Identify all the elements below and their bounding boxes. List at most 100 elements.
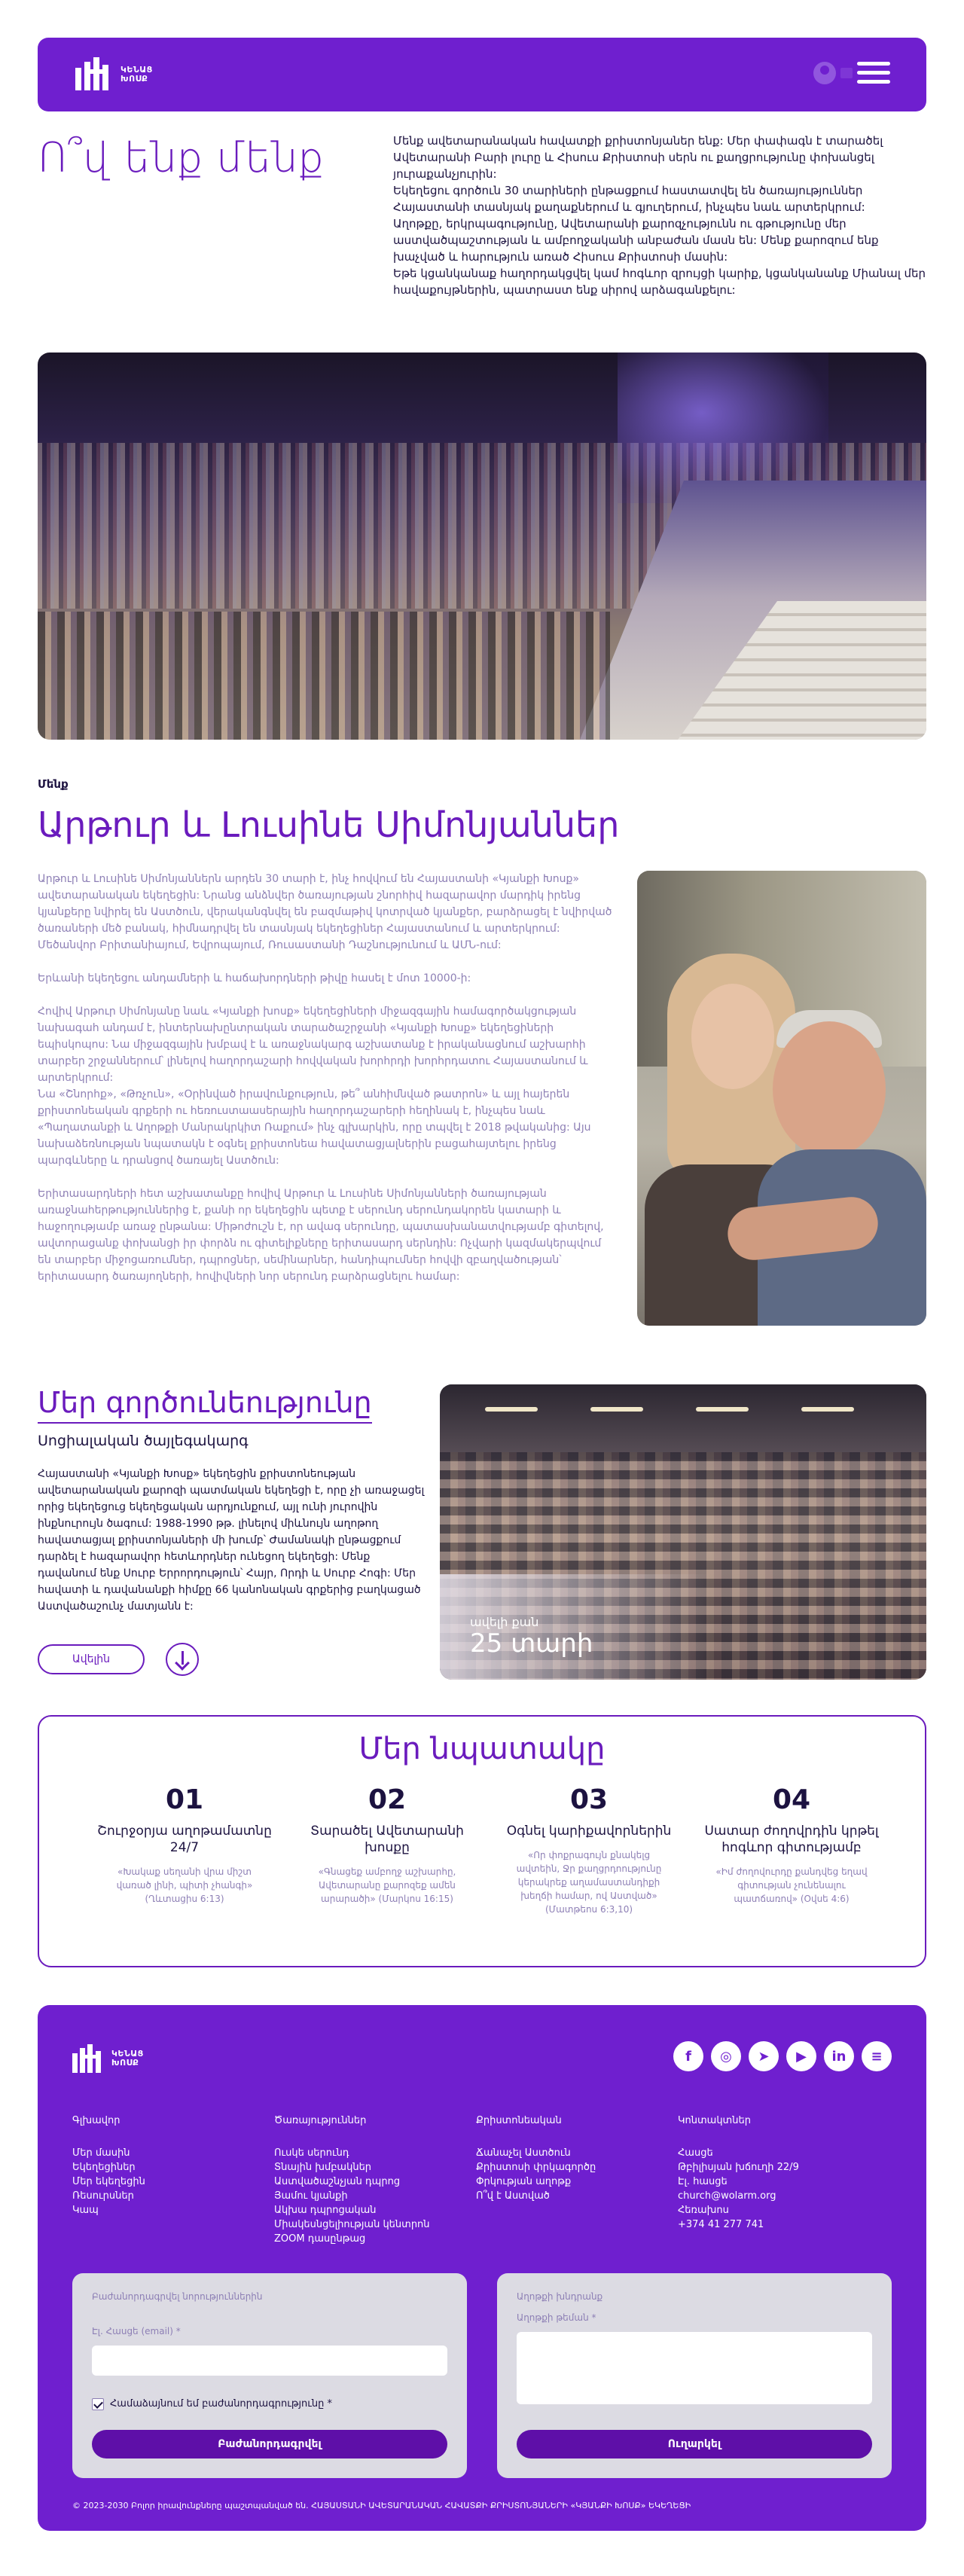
footer-column-title[interactable]: Քրիստոնեական <box>476 2114 596 2128</box>
user-account-icon[interactable] <box>813 62 836 84</box>
footer-link[interactable]: Մեր մասին <box>72 2146 145 2160</box>
leaders-title: Արթուր և Լուսինե Սիմոնյաններ <box>38 804 620 845</box>
social-links: f ◎ ➤ ▶ in ≡ <box>673 2041 892 2071</box>
footer-link[interactable]: Կապ <box>72 2203 145 2217</box>
logo-icon <box>75 57 114 92</box>
subscribe-button[interactable]: Բաժանորդագրվել <box>92 2430 447 2458</box>
about-line: հավաքույթներին, պատրաստ ենք սիրով արձագա… <box>393 283 736 297</box>
facebook-icon[interactable]: f <box>673 2041 703 2071</box>
about-text: Մենք ավետարանական հավատքի քրիստոնյաներ ե… <box>393 133 926 298</box>
youtube-icon[interactable]: ▶ <box>786 2041 816 2071</box>
goal-title: Տարածել Ավետարանի խոսքը <box>310 1824 464 1855</box>
about-line: Եթե կցանկանաք հաղորդակցվել կամ հոգևոր զր… <box>393 267 926 280</box>
contact-label: Էլ. հասցե <box>678 2176 728 2187</box>
goal-item: 02 Տարածել Ավետարանի խոսքը «Գնացեք ամբող… <box>289 1784 485 1906</box>
about-line: աստվածպաշտության և ամբողջականի անբաժան մ… <box>393 233 879 247</box>
site-header: ԿԵՆԱՑ ԽՈՍՔ <box>38 38 926 111</box>
goal-quote: «Որ փոքրագույն քնակելց ավտեին, Ջր քաղցրդ… <box>516 1850 662 1915</box>
telegram-icon[interactable]: ➤ <box>749 2041 779 2071</box>
consent-label: Համաձայնում եմ բաժանորդագրությունը * <box>110 2398 333 2410</box>
prayer-message-label: Աղոթքի թեման * <box>517 2312 596 2323</box>
goals-title: Մեր նպատակը <box>358 1732 606 1766</box>
about-line: Ավետարանի Բարի լուրը և Հիսուս Քրիստոսի ս… <box>393 151 874 164</box>
about-line: Աղոթքը, երկրպագությունը, Ավետարանի քարոզ… <box>393 217 847 230</box>
contact-phone[interactable]: +374 41 277 741 <box>678 2217 799 2232</box>
language-switch[interactable] <box>840 68 853 78</box>
contact-label: Հասցե <box>678 2147 713 2159</box>
goal-number: 02 <box>368 1784 407 1815</box>
site-logo[interactable]: ԿԵՆԱՑ ԽՈՍՔ <box>75 57 153 92</box>
about-line: Եկեղեցու գործուն 30 տարիների ընթացքում հ… <box>393 184 863 197</box>
footer-column-services: Ծառայություններ Ուսկե սերունդ Տնային խմբ… <box>274 2114 430 2246</box>
footer-logo[interactable]: ԿԵՆԱՑ ԽՈՍՔ <box>72 2044 144 2073</box>
footer-link[interactable]: Աստվածաշնչյան դպրոց <box>274 2175 430 2189</box>
footer-link[interactable]: Քրիստոսի փրկագործը <box>476 2160 596 2175</box>
footer-link[interactable]: Ռեսուրսներ <box>72 2189 145 2203</box>
goals-section: Մեր նպատակը 01 Շուրջօրյա աղոթամատնը 24/7… <box>38 1715 926 1967</box>
goal-number: 01 <box>165 1784 204 1815</box>
instagram-icon[interactable]: ◎ <box>711 2041 741 2071</box>
linkedin-icon[interactable]: in <box>824 2041 854 2071</box>
footer-link[interactable]: ZOOM դասընթաց <box>274 2232 430 2246</box>
send-button[interactable]: Ուղարկել <box>517 2430 872 2458</box>
bio-paragraph: Հովիվ Արթուր Սիմոնյանը նաև «Կյանքի խոսք»… <box>38 1006 591 1167</box>
newsletter-form: Բաժանորդագրվել նորություններին Էլ. Հասցե… <box>72 2273 467 2478</box>
email-label: Էլ. Հասցե (email) * <box>92 2326 181 2336</box>
congregation-photo: ավելի քան 25 տարի <box>440 1384 926 1680</box>
activity-subtitle: Սոցիալական ծայլեգակարգ <box>38 1433 249 1449</box>
footer-link[interactable]: Փրկության աղոթք <box>476 2175 596 2189</box>
about-line: Մենք ավետարանական հավատքի քրիստոնյաներ ե… <box>393 134 883 148</box>
contact-address: Թբիլիսյան խճուղի 22/9 <box>678 2162 799 2173</box>
about-line: Հայաստանի տասնյակ քաղաքներում և գյուղերո… <box>393 200 865 214</box>
goal-quote: «Խակաք սեղանի վրա միշտ վառած լինի, պիտի … <box>116 1866 253 1904</box>
footer-link[interactable]: Ճանաչել Աստծուն <box>476 2146 596 2160</box>
leaders-bio: Արթուր և Լուսինե Սիմոնյաններն արդեն 30 տ… <box>38 871 618 1302</box>
goal-item: 01 Շուրջօրյա աղոթամատնը 24/7 «Խակաք սեղա… <box>87 1784 282 1906</box>
footer-link[interactable]: Ո՞վ է Աստված <box>476 2189 596 2203</box>
contact-email[interactable]: church@wolarm.org <box>678 2189 799 2203</box>
footer-link[interactable]: Միակեսնցելիության կենտրոն <box>274 2217 430 2232</box>
menu-burger-icon[interactable] <box>857 62 890 86</box>
goal-item: 04 Սատար ժողովրդին կրթել հոգևոր գիտությա… <box>694 1784 889 1906</box>
arrow-down-icon[interactable] <box>166 1643 199 1676</box>
leaders-label: Մենք <box>38 777 69 791</box>
logo-line-2: ԽՈՍՔ <box>120 74 148 84</box>
footer-link[interactable]: Եկեղեցիներ <box>72 2160 145 2175</box>
site-footer: ԿԵՆԱՑ ԽՈՍՔ f ◎ ➤ ▶ in ≡ Գլխավոր Մեր մասի… <box>38 2005 926 2531</box>
footer-link[interactable]: Տնային խմբակներ <box>274 2160 430 2175</box>
footer-link[interactable]: Ակխա դպրոցական <box>274 2203 430 2217</box>
footer-column-title[interactable]: Ծառայություններ <box>274 2114 430 2128</box>
prayer-title: Աղոթքի խնդրանք <box>517 2291 603 2302</box>
goal-number: 03 <box>569 1784 609 1815</box>
footer-link[interactable]: Յամու կյանքի <box>274 2189 430 2203</box>
about-title: Ո՞վ ենք մենք <box>38 134 325 182</box>
more-links-icon[interactable]: ≡ <box>862 2041 892 2071</box>
about-line: յուրաքանչյուրին: <box>393 167 497 181</box>
years-caption-small: ավելի քան <box>470 1615 539 1629</box>
consent-checkbox[interactable] <box>92 2398 104 2410</box>
pastors-photo <box>637 871 926 1326</box>
bio-paragraph: Երիտասարդների հետ աշխատանքը հովիվ Արթուր… <box>38 1188 604 1283</box>
newsletter-title: Բաժանորդագրվել նորություններին <box>92 2291 263 2302</box>
logo-icon <box>72 2044 105 2073</box>
goal-quote: «Գնացեք ամբողջ աշխարհը, Ավետարանը քարոզե… <box>318 1866 456 1904</box>
contact-label: Հեռախոս <box>678 2205 729 2216</box>
activity-text: Հայաստանի «Կյանքի Խոսք» եկեղեցին քրիստոն… <box>38 1468 425 1613</box>
copyright: © 2023-2030 Բոլոր իրավունքները պաշտպանվա… <box>72 2501 691 2510</box>
more-button[interactable]: Ավելին <box>38 1644 145 1674</box>
email-field[interactable] <box>92 2346 447 2376</box>
footer-link[interactable]: Մեր եկեղեցին <box>72 2175 145 2189</box>
goal-item: 03 Օգնել կարիքավորներին «Որ փոքրագույն ք… <box>491 1784 687 1916</box>
goal-title: Սատար ժողովրդին կրթել հոգևոր գիտությամբ <box>704 1824 879 1855</box>
footer-column-title: Կոնտակտներ <box>678 2115 751 2126</box>
bio-paragraph: Երևանի եկեղեցու անդամների և հաճախորդների… <box>38 972 471 984</box>
footer-column-title[interactable]: Գլխավոր <box>72 2114 145 2128</box>
years-caption-big: 25 տարի <box>470 1628 593 1659</box>
activity-title: Մեր գործունեությունը <box>38 1386 372 1424</box>
footer-column-contacts: Կոնտակտներ Հասցե Թբիլիսյան խճուղի 22/9 Է… <box>678 2114 799 2232</box>
goal-title: Շուրջօրյա աղոթամատնը 24/7 <box>97 1824 272 1855</box>
prayer-message-field[interactable] <box>517 2332 872 2404</box>
goal-quote: «Իմ ժողովուրդը քանդվեց եղավ գիտության չո… <box>715 1866 868 1904</box>
footer-link[interactable]: Ուսկե սերունդ <box>274 2146 430 2160</box>
footer-column-main: Գլխավոր Մեր մասին Եկեղեցիներ Մեր եկեղեցի… <box>72 2114 145 2217</box>
